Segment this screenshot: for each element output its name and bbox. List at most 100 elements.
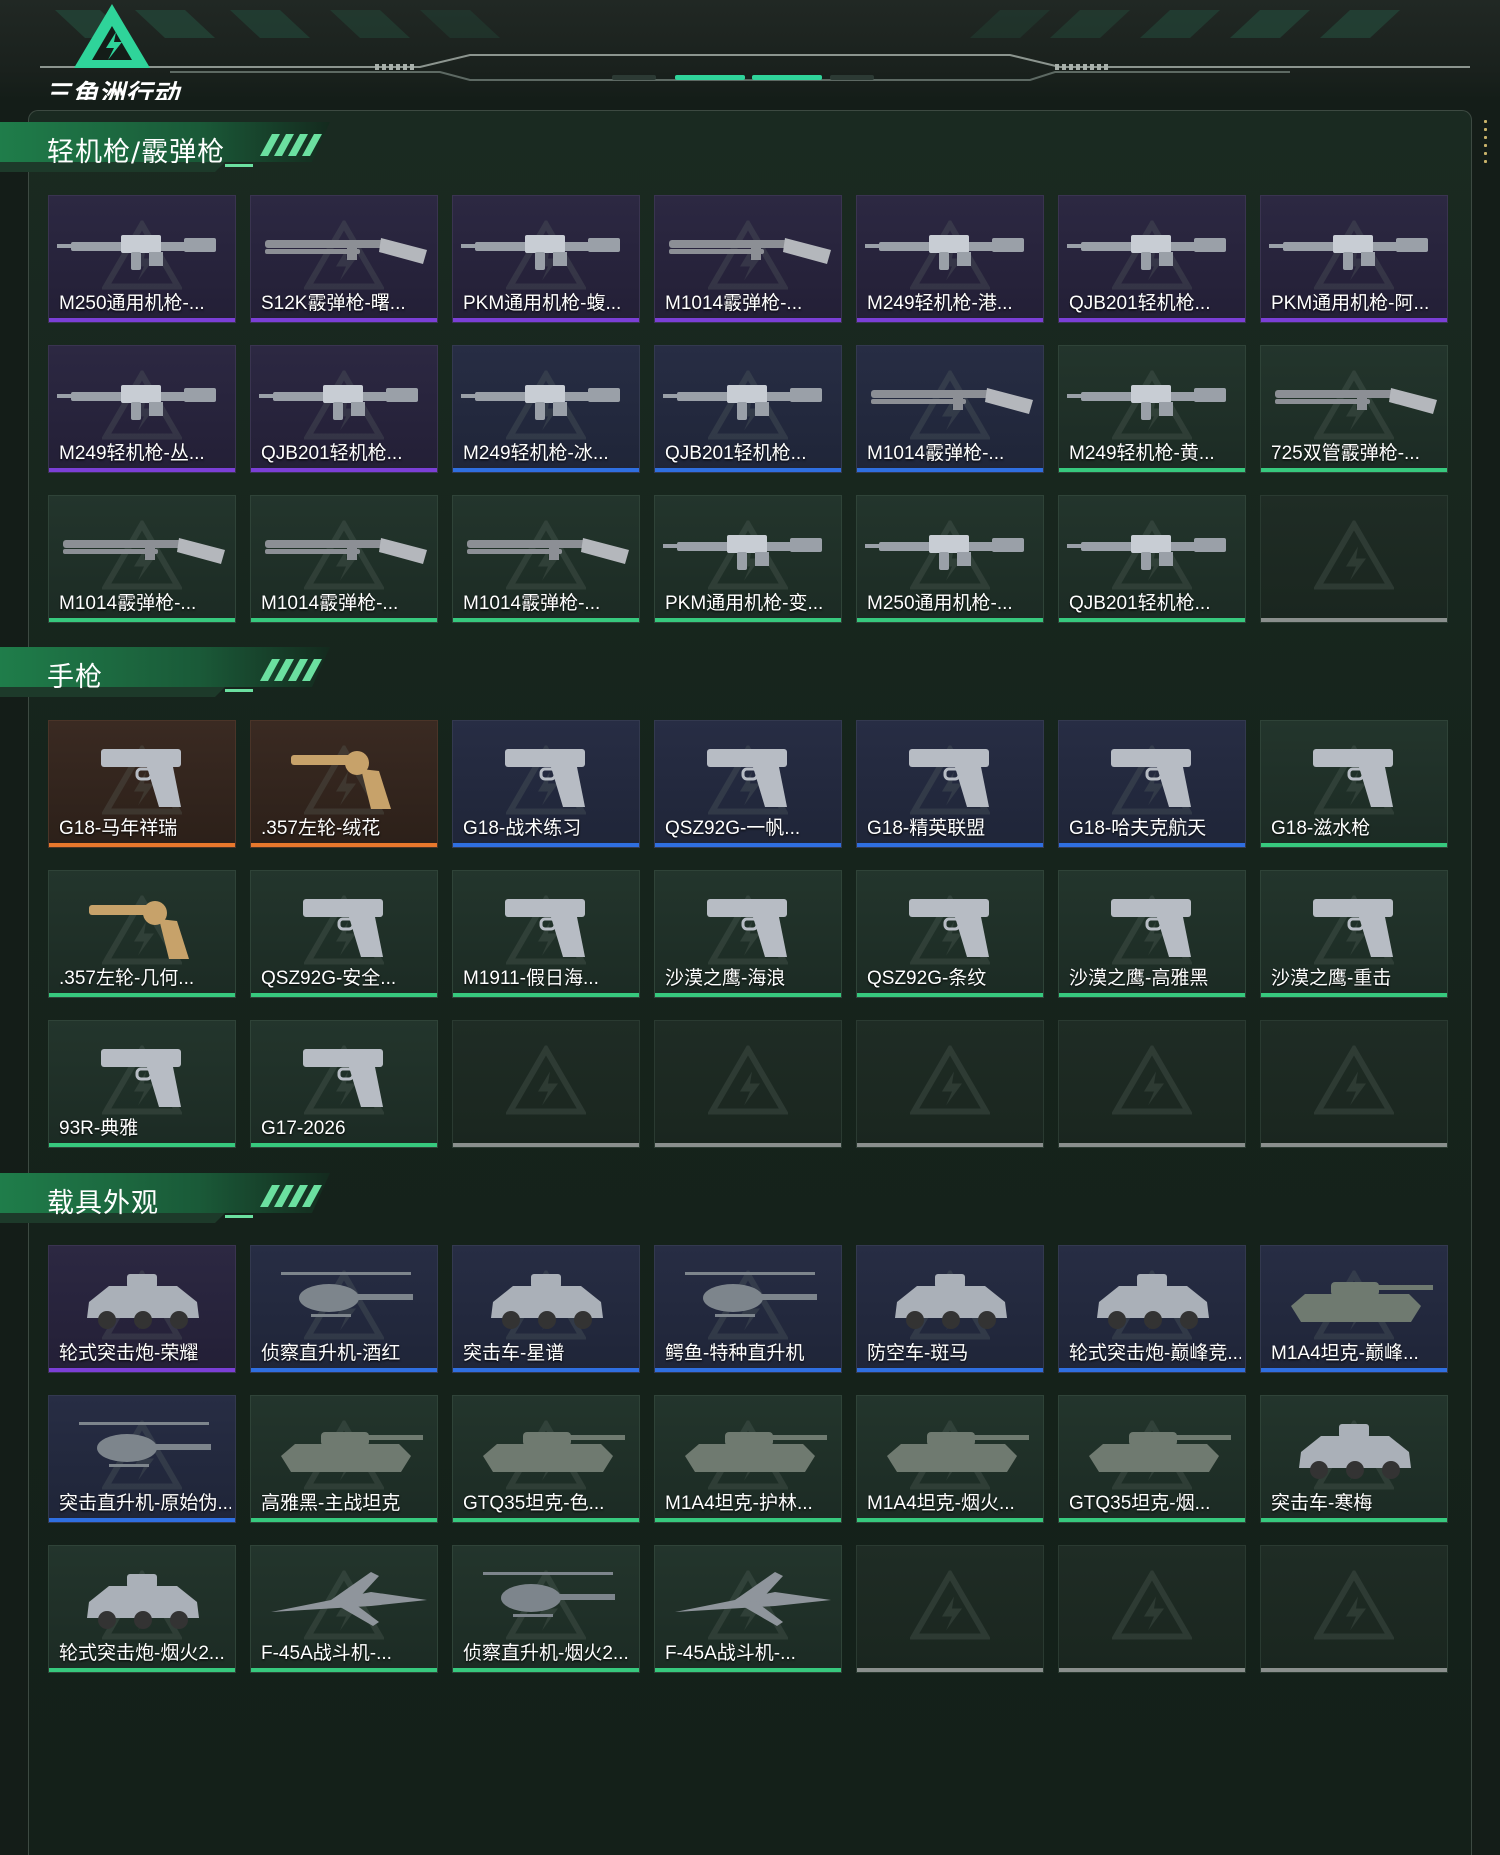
item-card[interactable]: M1014霰弹枪-... — [654, 195, 842, 323]
armored-car-icon — [1299, 1424, 1411, 1479]
item-card[interactable]: GTQ35坦克-烟... — [1058, 1395, 1246, 1523]
item-card[interactable]: G17-2026 — [250, 1020, 438, 1148]
item-card[interactable]: .357左轮-几何... — [48, 870, 236, 998]
item-card[interactable]: M249轻机枪-丛... — [48, 345, 236, 473]
item-card[interactable]: 侦察直升机-酒红 — [250, 1245, 438, 1373]
item-card[interactable]: 高雅黑-主战坦克 — [250, 1395, 438, 1523]
rarity-bar — [655, 618, 841, 622]
item-card[interactable]: QJB201轻机枪... — [1058, 195, 1246, 323]
rarity-bar — [453, 1518, 639, 1522]
rarity-bar — [251, 468, 437, 472]
item-card[interactable]: M250通用机枪-... — [48, 195, 236, 323]
machine-gun-icon — [461, 235, 620, 270]
rarity-bar — [857, 468, 1043, 472]
item-card[interactable]: QSZ92G-一帆... — [654, 720, 842, 848]
item-card[interactable]: M1014霰弹枪-... — [250, 495, 438, 623]
revolver-icon — [291, 751, 391, 809]
item-card[interactable]: 沙漠之鹰-重击 — [1260, 870, 1448, 998]
scrollbar[interactable] — [1484, 120, 1488, 180]
item-label: QJB201轻机枪... — [261, 443, 403, 464]
item-card[interactable]: PKM通用机枪-蝮... — [452, 195, 640, 323]
pistol-icon — [505, 899, 585, 957]
header-decoration — [40, 10, 1470, 81]
rarity-bar — [49, 1668, 235, 1672]
rarity-bar — [1059, 1518, 1245, 1522]
rarity-bar — [1261, 843, 1447, 847]
item-card[interactable]: 93R-典雅 — [48, 1020, 236, 1148]
shotgun-icon — [467, 538, 629, 564]
rarity-bar — [1261, 993, 1447, 997]
item-card[interactable]: PKM通用机枪-阿... — [1260, 195, 1448, 323]
item-card[interactable]: QSZ92G-条纹 — [856, 870, 1044, 998]
item-card[interactable]: 防空车-斑马 — [856, 1245, 1044, 1373]
pistol-icon — [909, 899, 989, 957]
item-label: GTQ35坦克-色... — [463, 1493, 605, 1514]
item-label: QJB201轻机枪... — [665, 443, 807, 464]
item-card[interactable]: M1911-假日海... — [452, 870, 640, 998]
rarity-bar — [1261, 1518, 1447, 1522]
item-card[interactable]: 沙漠之鹰-高雅黑 — [1058, 870, 1246, 998]
item-card[interactable]: G18-精英联盟 — [856, 720, 1044, 848]
item-label: GTQ35坦克-烟... — [1069, 1493, 1211, 1514]
item-card[interactable]: G18-战术练习 — [452, 720, 640, 848]
item-card[interactable]: 沙漠之鹰-海浪 — [654, 870, 842, 998]
rarity-bar — [655, 1368, 841, 1372]
item-card[interactable]: 突击车-星谱 — [452, 1245, 640, 1373]
item-card[interactable]: M1A4坦克-巅峰... — [1260, 1245, 1448, 1373]
item-label: 725双管霰弹枪-... — [1271, 443, 1420, 464]
item-card[interactable]: QJB201轻机枪... — [654, 345, 842, 473]
shotgun-icon — [871, 388, 1033, 414]
rarity-bar — [655, 1518, 841, 1522]
armored-car-icon — [491, 1274, 603, 1329]
item-card[interactable]: G18-哈夫克航天 — [1058, 720, 1246, 848]
item-card[interactable]: PKM通用机枪-变... — [654, 495, 842, 623]
rarity-bar — [1261, 468, 1447, 472]
item-label: 93R-典雅 — [59, 1118, 139, 1139]
item-card[interactable]: M249轻机枪-港... — [856, 195, 1044, 323]
jet-icon — [675, 1572, 831, 1626]
item-card[interactable]: QJB201轻机枪... — [1058, 495, 1246, 623]
helicopter-icon — [685, 1272, 817, 1317]
item-card[interactable]: QSZ92G-安全... — [250, 870, 438, 998]
item-card[interactable]: QJB201轻机枪... — [250, 345, 438, 473]
rarity-bar — [251, 1668, 437, 1672]
item-card[interactable]: M1A4坦克-烟火... — [856, 1395, 1044, 1523]
app-logo[interactable]: 三角洲行动 — [42, 2, 182, 100]
item-card[interactable]: M1014霰弹枪-... — [452, 495, 640, 623]
pistol-icon — [505, 749, 585, 807]
item-card[interactable]: 鳄鱼-特种直升机 — [654, 1245, 842, 1373]
item-card[interactable]: .357左轮-绒花 — [250, 720, 438, 848]
item-card[interactable]: 侦察直升机-烟火2... — [452, 1545, 640, 1673]
item-card[interactable]: 突击车-寒梅 — [1260, 1395, 1448, 1523]
empty-slot — [1058, 1020, 1246, 1148]
rarity-bar — [251, 1518, 437, 1522]
item-card[interactable]: G18-滋水枪 — [1260, 720, 1448, 848]
item-label: .357左轮-几何... — [59, 968, 195, 989]
item-card[interactable]: M1014霰弹枪-... — [856, 345, 1044, 473]
item-card[interactable]: F-45A战斗机-... — [250, 1545, 438, 1673]
item-card[interactable]: M1014霰弹枪-... — [48, 495, 236, 623]
item-card[interactable]: 725双管霰弹枪-... — [1260, 345, 1448, 473]
item-card[interactable]: M1A4坦克-护林... — [654, 1395, 842, 1523]
rarity-bar — [453, 618, 639, 622]
item-card[interactable]: G18-马年祥瑞 — [48, 720, 236, 848]
machine-gun-icon — [1067, 385, 1226, 420]
item-card[interactable]: 突击直升机-原始伪... — [48, 1395, 236, 1523]
item-card[interactable]: 轮式突击炮-巅峰竞... — [1058, 1245, 1246, 1373]
item-label: M1A4坦克-护林... — [665, 1493, 813, 1514]
item-card[interactable]: 轮式突击炮-荣耀 — [48, 1245, 236, 1373]
item-label: M1A4坦克-巅峰... — [1271, 1343, 1419, 1364]
item-card[interactable]: M249轻机枪-冰... — [452, 345, 640, 473]
shotgun-icon — [265, 538, 427, 564]
item-label: 侦察直升机-酒红 — [261, 1343, 401, 1364]
jet-icon — [271, 1572, 427, 1626]
item-card[interactable]: GTQ35坦克-色... — [452, 1395, 640, 1523]
item-card[interactable]: F-45A战斗机-... — [654, 1545, 842, 1673]
item-label: 突击车-寒梅 — [1271, 1493, 1373, 1514]
rarity-bar — [453, 843, 639, 847]
item-card[interactable]: 轮式突击炮-烟火2... — [48, 1545, 236, 1673]
item-card[interactable]: M250通用机枪-... — [856, 495, 1044, 623]
item-card[interactable]: M249轻机枪-黄... — [1058, 345, 1246, 473]
item-card[interactable]: S12K霰弹枪-曙... — [250, 195, 438, 323]
item-label: G18-马年祥瑞 — [59, 818, 178, 839]
